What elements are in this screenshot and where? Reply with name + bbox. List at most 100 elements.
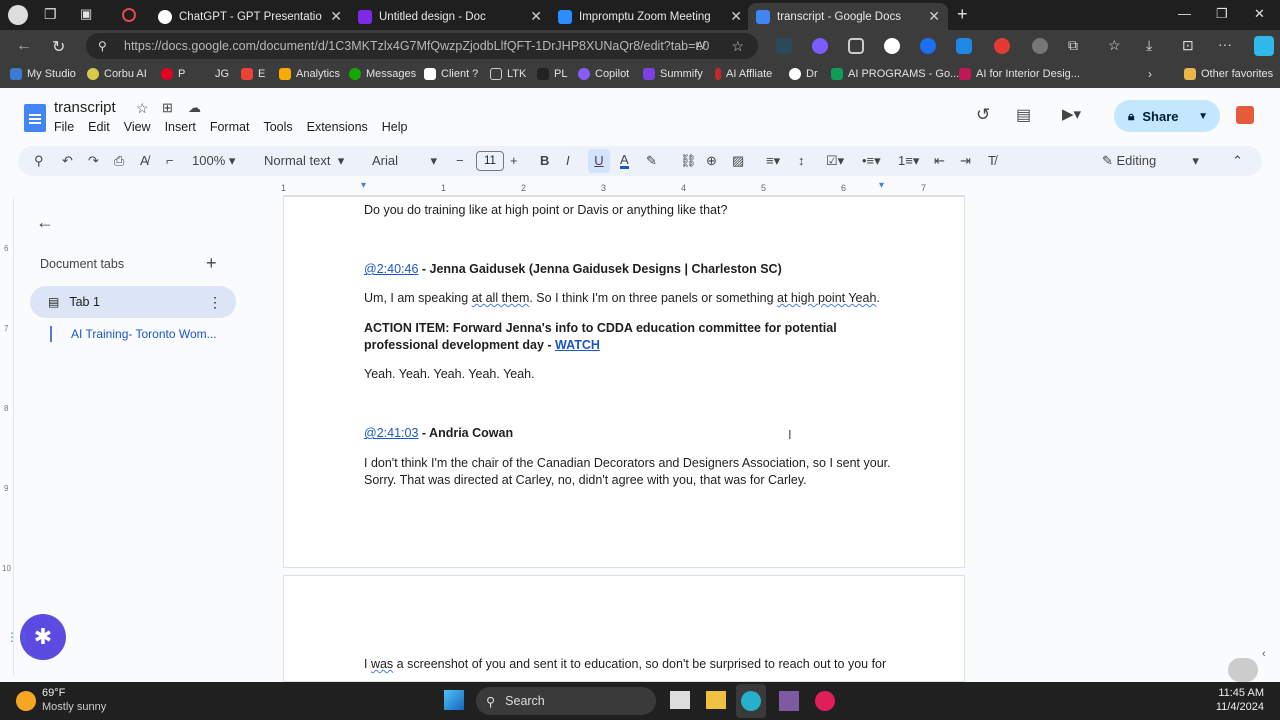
favorites-icon[interactable]: ☆ — [1108, 37, 1121, 54]
add-tab-icon[interactable]: + — [206, 253, 217, 274]
extensions-icon[interactable]: ⧉ — [1068, 37, 1078, 54]
extension-icon[interactable] — [884, 38, 900, 54]
back-arrow-icon[interactable]: ← — [36, 212, 54, 233]
minimize-button[interactable]: — — [1178, 6, 1191, 21]
numbered-list-select[interactable]: 1≡▾ — [898, 153, 919, 169]
menu-file[interactable]: File — [54, 120, 74, 134]
extension-icon[interactable] — [848, 38, 864, 54]
insert-image-icon[interactable]: ▨ — [732, 153, 744, 169]
bookmark-item[interactable]: Corbu AI — [87, 68, 147, 80]
document-page[interactable]: Do you do training like at high point or… — [283, 196, 965, 568]
task-view-icon[interactable] — [670, 691, 690, 709]
bookmark-item[interactable]: Analytics — [279, 68, 340, 80]
file-explorer-icon[interactable] — [706, 691, 726, 709]
workspaces-icon[interactable]: ❐ — [44, 6, 57, 23]
extension-icon[interactable] — [1032, 38, 1048, 54]
hide-menus-icon[interactable]: ⌃ — [1232, 153, 1243, 169]
close-icon[interactable]: ✕ — [928, 8, 940, 25]
tab-zoom[interactable]: Impromptu Zoom Meeting ✕ — [550, 3, 750, 30]
text-color-button[interactable]: A — [620, 153, 629, 169]
start-button[interactable] — [444, 690, 464, 710]
share-button[interactable]: 🔒︎ Share ▼ — [1114, 100, 1220, 132]
bookmark-item[interactable]: E — [241, 68, 265, 80]
slack-icon[interactable] — [815, 691, 835, 711]
profile-avatar[interactable] — [8, 5, 28, 25]
bookmark-item[interactable]: Copilot — [578, 68, 629, 80]
paint-format-icon[interactable]: ⌐ — [166, 153, 174, 168]
watch-link[interactable]: WATCH — [555, 338, 600, 352]
document-page[interactable]: I was a screenshot of you and sent it to… — [283, 575, 965, 682]
close-icon[interactable]: ✕ — [330, 8, 342, 25]
align-select[interactable]: ≡▾ — [766, 153, 780, 169]
decrease-font-size-button[interactable]: − — [456, 153, 464, 168]
grammarly-icon[interactable] — [1228, 658, 1258, 682]
tab-chatgpt[interactable]: ChatGPT - GPT Presentation Build ✕ — [150, 3, 350, 30]
bookmark-item[interactable]: PL — [537, 68, 567, 80]
tab-actions-icon[interactable]: ▣ — [80, 6, 92, 22]
star-icon[interactable]: ☆ — [136, 100, 149, 117]
taskbar-search[interactable]: ⚲ Search — [476, 687, 656, 715]
indent-marker-icon[interactable]: ▾ — [361, 180, 366, 191]
screenshot-icon[interactable]: ⊡ — [1182, 37, 1194, 54]
increase-indent-icon[interactable]: ⇥ — [960, 153, 971, 169]
highlight-icon[interactable]: ✎ — [646, 153, 657, 169]
site-info-icon[interactable]: ⚲ — [98, 33, 107, 59]
bookmark-item[interactable]: P — [161, 68, 185, 80]
restore-button[interactable]: ❐ — [1216, 6, 1228, 22]
bookmark-item[interactable]: Dr — [789, 68, 818, 80]
scroll-chevron-icon[interactable]: ‹ — [1262, 648, 1266, 660]
close-icon[interactable]: ✕ — [730, 8, 742, 25]
chevron-down-icon[interactable]: ▼ — [1198, 111, 1208, 122]
other-favorites-folder[interactable]: Other favorites — [1184, 68, 1273, 80]
document-title[interactable]: transcript — [54, 99, 116, 116]
tab-item-tab-1[interactable]: ▤ Tab 1 ⋮ — [30, 286, 236, 318]
url-bar[interactable]: ⚲ https://docs.google.com/document/d/1C3… — [86, 33, 758, 59]
font-select[interactable]: Arial ▾ — [372, 153, 437, 169]
extension-icon[interactable] — [812, 38, 828, 54]
search-menus-icon[interactable]: ⚲ — [34, 153, 44, 169]
copilot-icon[interactable] — [1254, 36, 1274, 56]
redo-icon[interactable]: ↷ — [88, 153, 99, 169]
zoom-extension-icon[interactable] — [920, 38, 936, 54]
account-avatar[interactable] — [1236, 106, 1254, 124]
undo-icon[interactable]: ↶ — [62, 153, 73, 169]
bookmark-item[interactable]: My Studio — [10, 68, 76, 80]
bookmark-item[interactable]: AI PROGRAMS - Go... — [831, 68, 959, 80]
add-comment-icon[interactable]: ⊕ — [706, 153, 717, 169]
tab-google-docs[interactable]: transcript - Google Docs ✕ — [748, 3, 948, 30]
bold-button[interactable]: B — [540, 153, 549, 168]
bulleted-list-select[interactable]: •≡▾ — [862, 153, 881, 169]
bookmark-item[interactable]: AI for Interior Desig... — [959, 68, 1080, 80]
checklist-select[interactable]: ☑▾ — [826, 153, 844, 169]
new-tab-button[interactable]: + — [957, 4, 968, 25]
version-history-icon[interactable]: ↺ — [976, 105, 990, 125]
bookmark-item[interactable]: Messages — [349, 68, 416, 80]
clock-date[interactable]: 11/4/2024 — [1208, 701, 1264, 713]
tab-canva[interactable]: Untitled design - Doc ✕ — [350, 3, 550, 30]
menu-edit[interactable]: Edit — [88, 120, 110, 134]
close-icon[interactable]: ✕ — [530, 8, 542, 25]
clear-formatting-icon[interactable]: T̸ — [988, 153, 996, 168]
editing-mode-select[interactable]: ✎ Editing ▾ — [1102, 153, 1199, 169]
timestamp-link[interactable]: @2:41:03 — [364, 426, 418, 440]
chevron-right-icon[interactable]: › — [1148, 67, 1152, 81]
bookmark-item[interactable]: Client ? — [424, 68, 478, 80]
menu-view[interactable]: View — [124, 120, 151, 134]
increase-font-size-button[interactable]: + — [510, 153, 518, 168]
meet-icon[interactable]: ▶▾ — [1062, 105, 1081, 123]
vertical-ruler[interactable]: 6 7 8 9 10 — [0, 198, 14, 676]
clock-time[interactable]: 11:45 AM — [1214, 687, 1264, 699]
docs-logo-icon[interactable] — [24, 104, 46, 132]
underline-button[interactable]: U — [588, 149, 610, 173]
more-vert-icon[interactable]: ⋮ — [208, 294, 222, 311]
menu-help[interactable]: Help — [382, 120, 408, 134]
menu-insert[interactable]: Insert — [165, 120, 196, 134]
menu-extensions[interactable]: Extensions — [307, 120, 368, 134]
menu-format[interactable]: Format — [210, 120, 250, 134]
back-button[interactable]: ← — [16, 37, 32, 55]
move-folder-icon[interactable]: ⊞ — [162, 100, 173, 116]
style-select[interactable]: Normal text ▾ — [264, 153, 344, 169]
decrease-indent-icon[interactable]: ⇤ — [934, 153, 945, 169]
extension-icon[interactable] — [776, 38, 792, 54]
bookmark-item[interactable]: AI Affliate — [715, 68, 772, 80]
